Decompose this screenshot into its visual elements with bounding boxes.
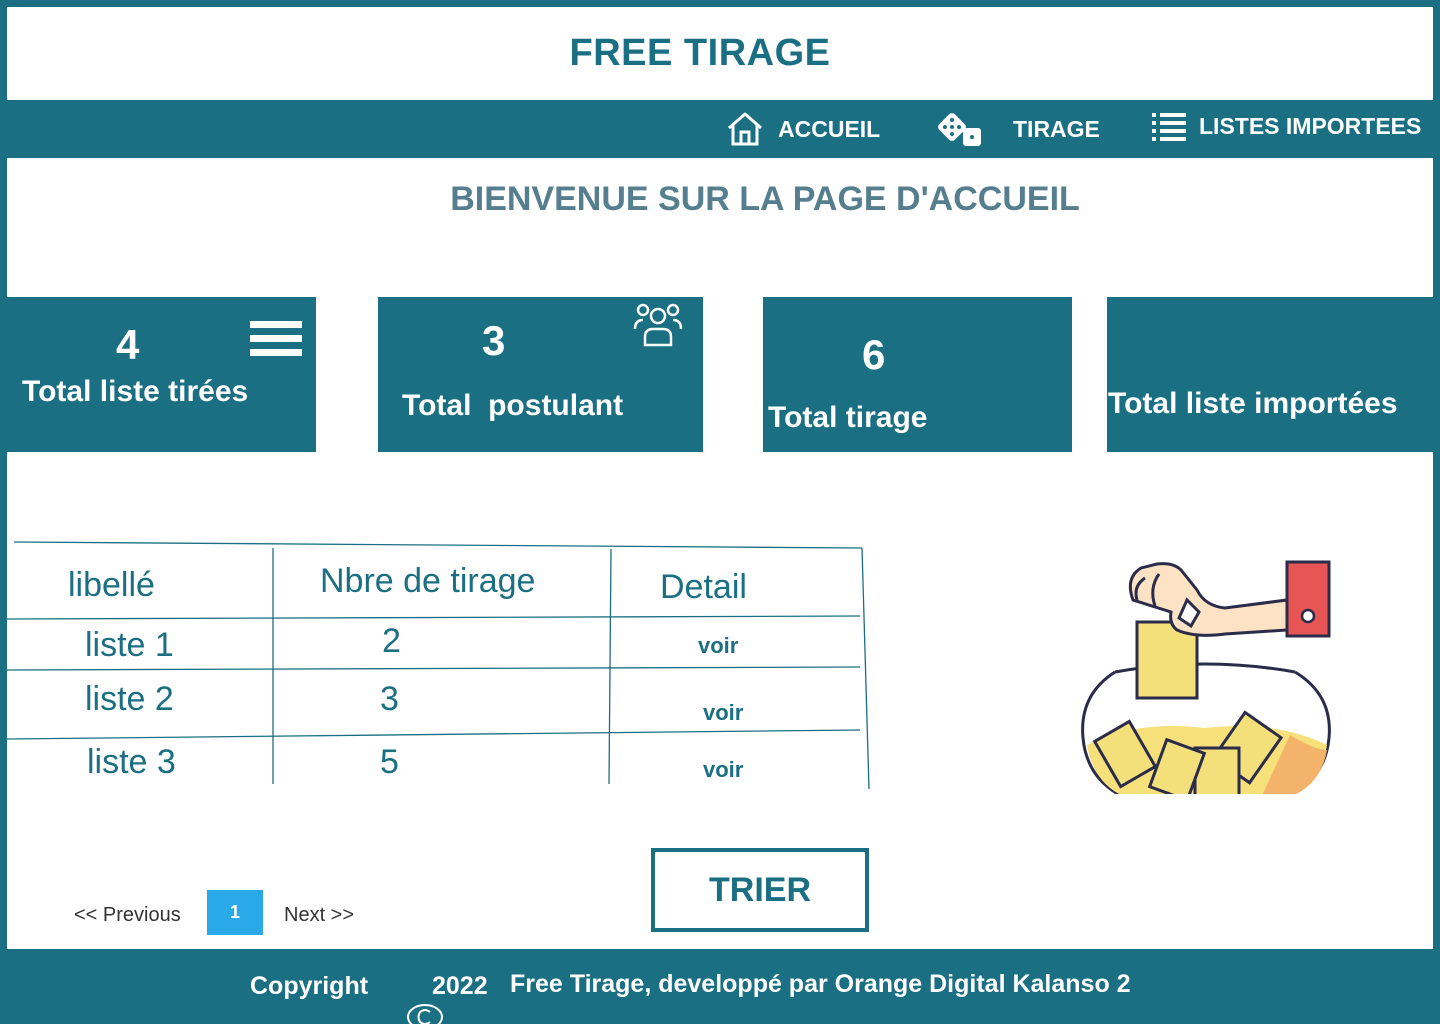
footer: Copyright 2022 Free Tirage, developpé pa…: [0, 950, 1440, 1024]
card-label: Total liste importées: [1108, 387, 1398, 420]
voir-link[interactable]: voir: [703, 757, 743, 783]
card-label: Total liste tirées: [22, 375, 249, 408]
pagination-next[interactable]: Next >>: [284, 904, 354, 927]
table-cell-libelle: liste 1: [85, 626, 174, 664]
card-value: 6: [862, 331, 886, 378]
card-value: 3: [482, 317, 506, 364]
table-cell-nbre: 3: [380, 680, 399, 718]
ballot-box-illustration: [1081, 560, 1331, 794]
table-header-detail: Detail: [660, 568, 747, 606]
voir-link[interactable]: voir: [703, 700, 743, 726]
table-cell-libelle: liste 2: [85, 680, 174, 718]
users-icon: [632, 299, 684, 356]
card-total-tirage: 6 Total tirage: [763, 297, 1072, 452]
card-total-postulant: 3 Total postulant: [378, 297, 703, 452]
voir-link[interactable]: voir: [698, 633, 738, 659]
table-cell-libelle: liste 3: [87, 743, 176, 781]
nav-tirage-label: TIRAGE: [1013, 115, 1100, 142]
nav-accueil[interactable]: ACCUEIL: [726, 100, 880, 158]
card-label: Total postulant: [402, 389, 624, 422]
navbar: ACCUEIL TIRAGE LISTES IMPORTEES: [0, 100, 1433, 158]
table-header-nbre: Nbre de tirage: [320, 562, 536, 600]
table-cell-nbre: 5: [380, 743, 399, 781]
header: FREE TIRAGE: [7, 7, 1433, 99]
footer-text: Free Tirage, developpé par Orange Digita…: [510, 970, 1131, 998]
dice-icon: [937, 110, 983, 148]
nav-listes-importees[interactable]: LISTES IMPORTEES: [1151, 97, 1421, 155]
home-icon: [726, 111, 764, 147]
card-label: Total tirage: [768, 401, 928, 434]
pagination-previous[interactable]: << Previous: [74, 904, 181, 927]
nav-tirage[interactable]: TIRAGE: [937, 100, 1100, 158]
trier-button[interactable]: TRIER: [651, 848, 869, 932]
table-cell-nbre: 2: [382, 622, 401, 660]
footer-year: 2022: [432, 972, 488, 1000]
card-total-liste-tirees: 4 Total liste tirées: [0, 297, 316, 452]
nav-accueil-label: ACCUEIL: [778, 115, 881, 142]
list-icon: [1151, 109, 1187, 143]
footer-copyright: Copyright: [250, 972, 369, 1000]
pagination-page-1[interactable]: 1: [207, 890, 263, 935]
card-value: 4: [116, 321, 140, 368]
menu-icon: [250, 321, 302, 362]
welcome-heading: BIENVENUE SUR LA PAGE D'ACCUEIL: [450, 180, 1080, 218]
nav-listes-importees-label: LISTES IMPORTEES: [1199, 112, 1422, 139]
app-title: FREE TIRAGE: [569, 31, 831, 74]
card-total-liste-importees: Total liste importées: [1107, 297, 1440, 452]
table-header-libelle: libellé: [68, 566, 155, 604]
